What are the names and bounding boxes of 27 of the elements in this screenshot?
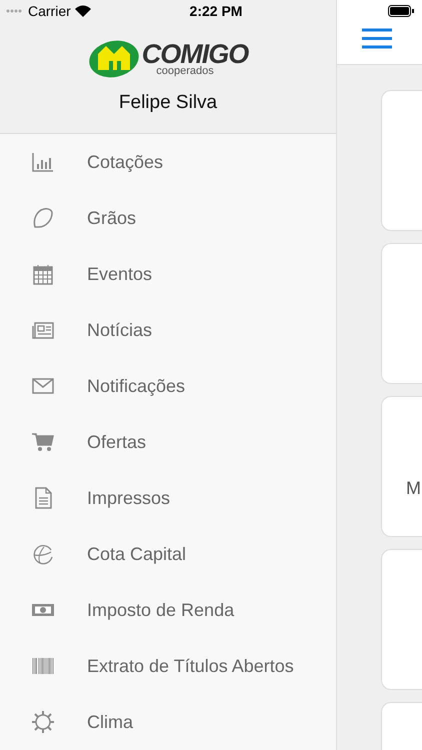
menu-item[interactable]: Notificações (0, 358, 336, 414)
card-text: M (406, 477, 421, 499)
menu-item[interactable]: Cotações (0, 134, 336, 190)
calendar-icon (31, 262, 55, 286)
menu-item[interactable]: Clima (0, 694, 336, 750)
menu-item[interactable]: Notícias (0, 302, 336, 358)
battery-icon (388, 5, 414, 17)
user-name: Felipe Silva (118, 92, 218, 114)
sun-icon (31, 710, 55, 734)
content-card[interactable]: M (381, 396, 422, 537)
signal-icon (6, 9, 24, 13)
globe-icon (31, 542, 55, 566)
menu-item[interactable]: Cota Capital (0, 526, 336, 582)
brand-name: COMIGO (142, 42, 248, 66)
menu-item[interactable]: Ofertas (0, 414, 336, 470)
menu-item[interactable]: Impressos (0, 470, 336, 526)
carrier-name: Carrier (28, 3, 71, 19)
menu-item[interactable]: Grãos (0, 190, 336, 246)
leaf-icon (31, 206, 55, 230)
wifi-icon (74, 5, 91, 17)
logo-icon (88, 40, 140, 78)
menu-item[interactable]: Extrato de Títulos Abertos (0, 638, 336, 694)
menu-item[interactable]: Eventos (0, 246, 336, 302)
brand-tagline: cooperados (156, 66, 214, 76)
menu-item[interactable]: Imposto de Renda (0, 582, 336, 638)
bar-chart-icon (31, 150, 55, 174)
status-time: 2:22 PM (188, 3, 244, 19)
